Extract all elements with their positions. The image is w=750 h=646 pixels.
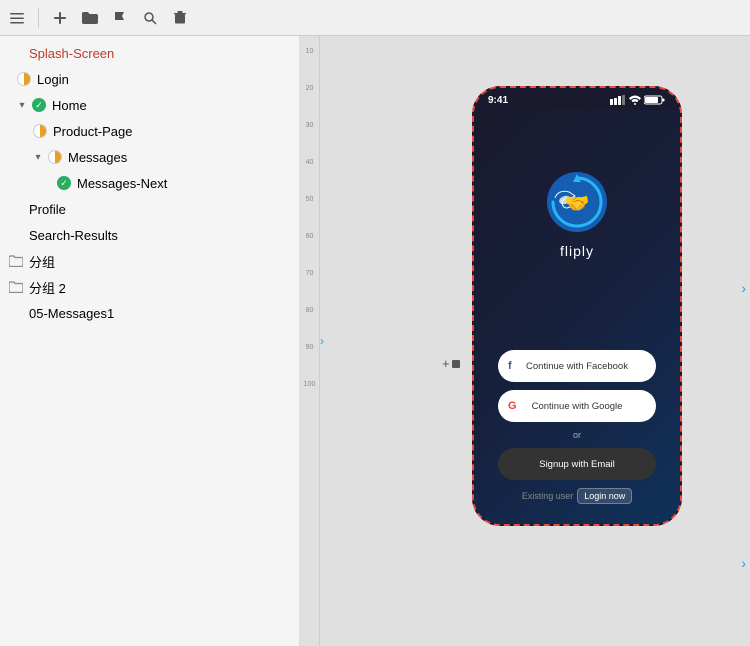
splash-icon <box>8 45 24 61</box>
tree-item-home[interactable]: ▾ ✓ Home <box>0 92 299 118</box>
phone-content: 🤝 fliply f Continue with Facebook <box>474 110 680 524</box>
or-divider: or <box>573 430 581 440</box>
folder-icon[interactable] <box>81 9 99 27</box>
messages-chevron: ▾ <box>32 151 44 163</box>
home-label: Home <box>52 98 87 113</box>
tree-item-group1[interactable]: 分组 <box>0 248 299 274</box>
tree-item-product-page[interactable]: Product-Page <box>0 118 299 144</box>
product-label: Product-Page <box>53 124 133 139</box>
right-area: 10 20 30 40 50 60 70 80 90 100 › › › <box>300 36 750 646</box>
facebook-button[interactable]: f Continue with Facebook <box>498 350 656 382</box>
google-label: Continue with Google <box>532 401 623 412</box>
tree-container[interactable]: Splash-Screen Login ▾ ✓ Home <box>0 36 299 646</box>
search-results-icon <box>8 227 24 243</box>
product-icon <box>32 123 48 139</box>
group2-icon <box>8 279 24 295</box>
vertical-ruler: 10 20 30 40 50 60 70 80 90 100 <box>300 36 320 646</box>
existing-text: Existing user <box>522 491 574 501</box>
home-icon: ✓ <box>31 97 47 113</box>
left-panel: Splash-Screen Login ▾ ✓ Home <box>0 36 300 646</box>
login-icon <box>16 71 32 87</box>
app-name: fliply <box>560 243 594 259</box>
tree-item-group2[interactable]: 分组 2 <box>0 274 299 300</box>
tree-item-splash-screen[interactable]: Splash-Screen <box>0 40 299 66</box>
plus-handle[interactable]: + <box>442 356 460 371</box>
tree-item-messages-next[interactable]: ✓ Messages-Next <box>0 170 299 196</box>
profile-label: Profile <box>29 202 66 217</box>
toolbar <box>0 0 750 36</box>
status-bar: 9:41 <box>474 88 680 110</box>
menu-icon <box>8 9 26 27</box>
add-icon[interactable] <box>51 9 69 27</box>
tree-item-messages1[interactable]: 05-Messages1 <box>0 300 299 326</box>
email-button[interactable]: Signup with Email <box>498 448 656 480</box>
tree-item-messages[interactable]: ▾ Messages <box>0 144 299 170</box>
group1-icon <box>8 253 24 269</box>
svg-text:🤝: 🤝 <box>564 193 589 215</box>
messages-icon <box>47 149 63 165</box>
flag-icon[interactable] <box>111 9 129 27</box>
existing-user-row: Existing user Login now <box>522 488 633 504</box>
login-label: Login <box>37 72 69 87</box>
facebook-label: Continue with Facebook <box>526 361 628 372</box>
status-time: 9:41 <box>488 95 508 106</box>
phone-frame: 9:41 <box>472 86 682 526</box>
email-label: Signup with Email <box>539 459 615 470</box>
facebook-icon: f <box>508 360 512 372</box>
status-icons <box>610 95 666 105</box>
google-icon: G <box>508 400 517 412</box>
logo-area: 🤝 fliply <box>545 170 610 259</box>
tree-item-login[interactable]: Login <box>0 66 299 92</box>
google-button[interactable]: G Continue with Google <box>498 390 656 422</box>
divider-1 <box>38 8 39 28</box>
phone-buttons: f Continue with Facebook G Continue with… <box>490 350 664 504</box>
group1-label: 分组 <box>29 252 55 271</box>
home-chevron: ▾ <box>16 99 28 111</box>
tree-item-search-results[interactable]: Search-Results <box>0 222 299 248</box>
messages-next-icon: ✓ <box>56 175 72 191</box>
search-icon[interactable] <box>141 9 159 27</box>
splash-label: Splash-Screen <box>29 46 114 61</box>
tree-item-profile[interactable]: Profile <box>0 196 299 222</box>
scroll-right-arrow[interactable]: › <box>741 280 746 296</box>
panel-arrow[interactable]: › <box>320 334 324 348</box>
search-results-label: Search-Results <box>29 228 118 243</box>
trash-icon[interactable] <box>171 9 189 27</box>
canvas-area[interactable]: › › › + 9:41 <box>320 36 750 646</box>
messages-label: Messages <box>68 150 127 165</box>
group2-label: 分组 2 <box>29 278 66 297</box>
login-now-button[interactable]: Login now <box>577 488 632 504</box>
phone-wrapper: + 9:41 <box>472 86 682 526</box>
main-layout: Splash-Screen Login ▾ ✓ Home <box>0 36 750 646</box>
messages-next-label: Messages-Next <box>77 176 167 191</box>
profile-icon <box>8 201 24 217</box>
messages1-icon <box>8 305 24 321</box>
messages1-label: 05-Messages1 <box>29 306 114 321</box>
scroll-right-arrow-bottom[interactable]: › <box>741 555 746 571</box>
